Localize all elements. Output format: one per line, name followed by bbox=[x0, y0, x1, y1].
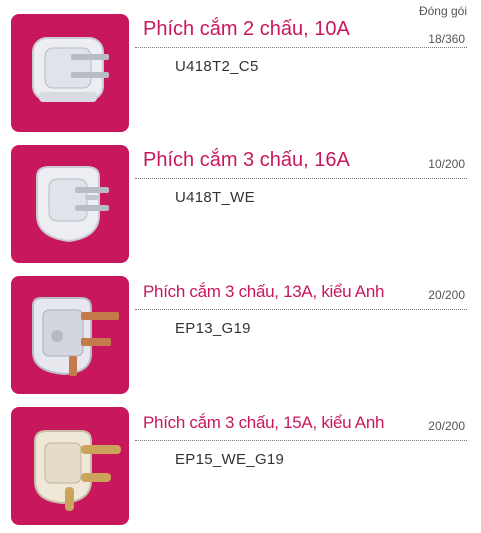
product-image-tile bbox=[11, 14, 129, 132]
product-row: Phích cắm 2 chấu, 10A 18/360 U418T2_C5 bbox=[0, 14, 481, 136]
two-pin-plug-icon bbox=[11, 14, 129, 132]
uk-plug-icon bbox=[11, 276, 129, 394]
product-title: Phích cắm 2 chấu, 10A bbox=[143, 18, 350, 40]
product-row: Phích cắm 3 chấu, 15A, kiểu Anh 20/200 E… bbox=[0, 407, 481, 529]
product-image-tile bbox=[11, 145, 129, 263]
product-code: U418T_WE bbox=[175, 189, 255, 206]
three-pin-plug-icon bbox=[11, 145, 129, 263]
dotted-divider bbox=[135, 47, 467, 48]
product-title: Phích cắm 3 chấu, 13A, kiểu Anh bbox=[143, 282, 385, 301]
product-image-tile bbox=[11, 276, 129, 394]
dotted-divider bbox=[135, 178, 467, 179]
packing-value: 18/360 bbox=[428, 32, 465, 46]
product-row: Phích cắm 3 chấu, 13A, kiểu Anh 20/200 E… bbox=[0, 276, 481, 398]
product-title: Phích cắm 3 chấu, 16A bbox=[143, 149, 350, 171]
packing-value: 20/200 bbox=[428, 288, 465, 302]
product-code: EP13_G19 bbox=[175, 320, 251, 337]
product-image-tile bbox=[11, 407, 129, 525]
product-code: EP15_WE_G19 bbox=[175, 451, 285, 468]
packing-value: 10/200 bbox=[428, 157, 465, 171]
packing-value: 20/200 bbox=[428, 419, 465, 433]
dotted-divider bbox=[135, 309, 467, 310]
round-pin-plug-icon bbox=[11, 407, 129, 525]
dotted-divider bbox=[135, 440, 467, 441]
product-row: Phích cắm 3 chấu, 16A 10/200 U418T_WE bbox=[0, 145, 481, 267]
product-code: U418T2_C5 bbox=[175, 58, 259, 75]
product-title: Phích cắm 3 chấu, 15A, kiểu Anh bbox=[143, 413, 385, 432]
